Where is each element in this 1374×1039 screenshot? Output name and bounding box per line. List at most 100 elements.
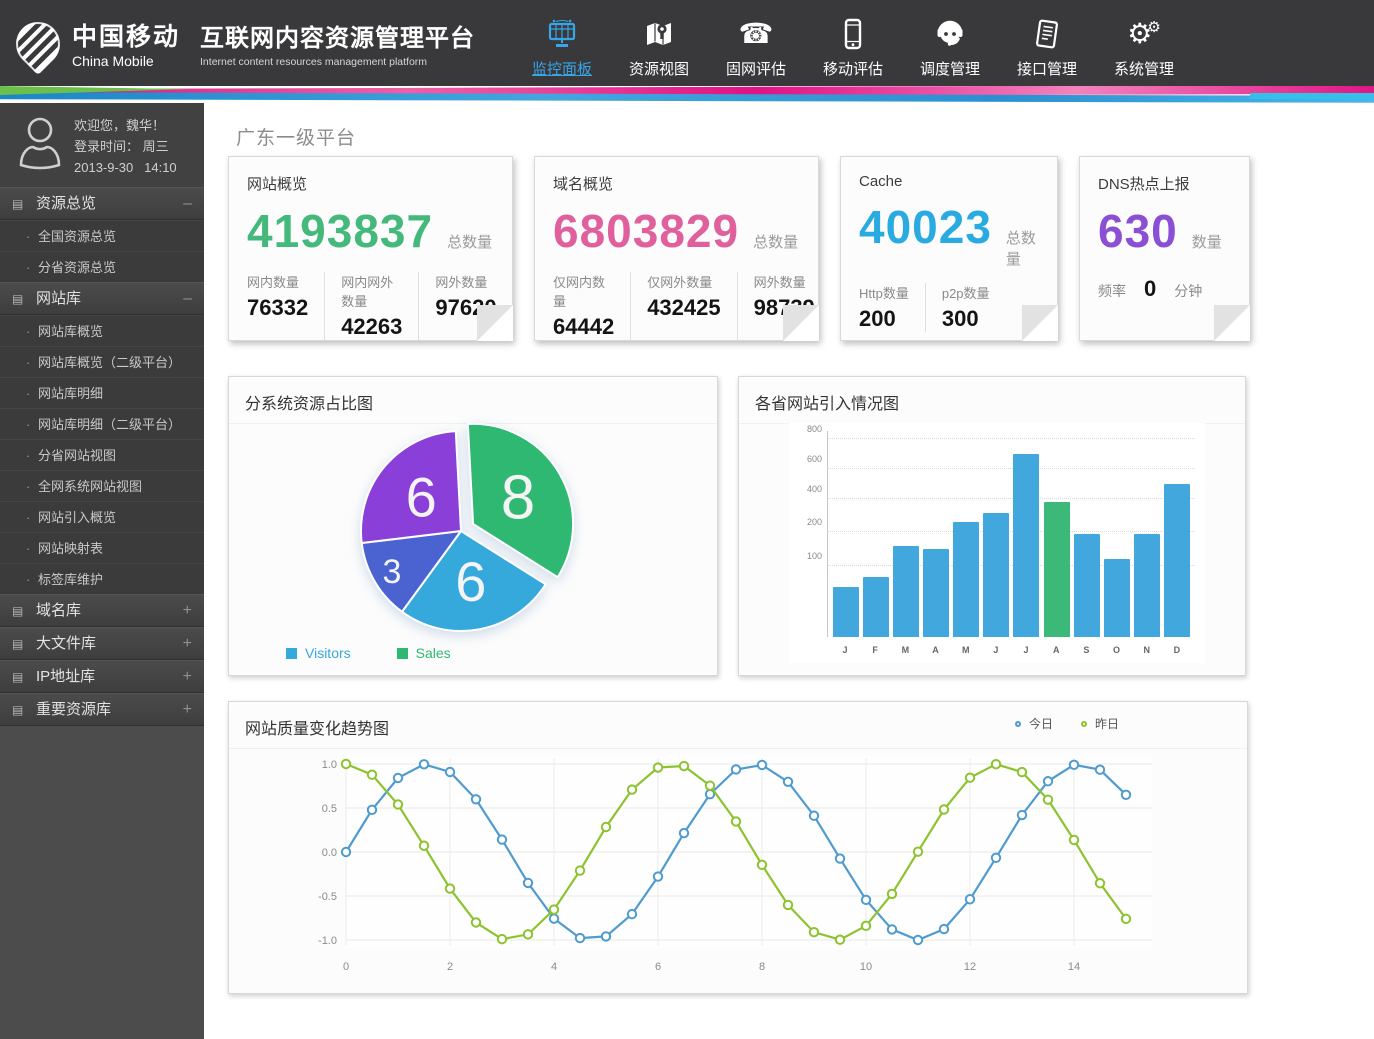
expand-icon[interactable]: +: [183, 628, 192, 660]
line-y-tick: 0.5: [322, 803, 337, 815]
sidebar-item-全国资源总览[interactable]: ·全国资源总览: [0, 220, 204, 251]
collapse-icon[interactable]: –: [183, 188, 192, 220]
bullet-icon: ·: [26, 533, 30, 564]
sidebar-item-网站库明细[interactable]: ·网站库明细: [0, 377, 204, 408]
data-point: [498, 835, 506, 843]
bar-x-tick: O: [1104, 645, 1130, 661]
sidebar-item-网站库明细（二级平台）[interactable]: ·网站库明细（二级平台）: [0, 408, 204, 439]
data-point: [446, 768, 454, 776]
data-point: [992, 760, 1000, 768]
stat-card-big-row: 40023总数量: [859, 200, 1039, 269]
line-y-tick: -1.0: [318, 935, 337, 947]
brand-text: 中国移动 China Mobile: [72, 17, 180, 69]
nav-item-资源视图[interactable]: 资源视图: [619, 7, 699, 79]
expand-icon[interactable]: +: [183, 661, 192, 693]
sidebar-item-网站引入概览[interactable]: ·网站引入概览: [0, 501, 204, 532]
data-point: [1018, 768, 1026, 776]
page-curl-decoration: [1214, 305, 1250, 341]
bar-plot: 100200400600800: [827, 431, 1195, 637]
sidebar-group-资源总览[interactable]: ▤资源总览–: [0, 187, 204, 220]
data-point: [420, 760, 428, 768]
data-point: [914, 847, 922, 855]
bullet-icon: ·: [26, 409, 30, 440]
nav-item-label: 调度管理: [910, 58, 990, 79]
stat-card-big-row: 630数量: [1098, 204, 1231, 258]
sidebar-item-标签库维护[interactable]: ·标签库维护: [0, 563, 204, 594]
pie-legend: Visitors Sales: [286, 645, 451, 661]
stat-column: p2p数量300: [925, 283, 1006, 332]
line-x-tick: 8: [759, 961, 765, 973]
data-point: [888, 925, 896, 933]
sidebar-group-IP地址库[interactable]: ▤IP地址库+: [0, 660, 204, 693]
data-point: [758, 861, 766, 869]
user-avatar-icon: [14, 113, 66, 173]
line-legend-今日[interactable]: 今日: [1015, 715, 1053, 732]
sidebar-group-大文件库[interactable]: ▤大文件库+: [0, 627, 204, 660]
bar-J-6: [1013, 454, 1039, 637]
bar-O-9: [1104, 559, 1130, 637]
nav-item-label: 系统管理: [1104, 58, 1184, 79]
bullet-icon: ·: [26, 564, 30, 595]
sidebar-item-网站映射表[interactable]: ·网站映射表: [0, 532, 204, 563]
monitor-icon: [522, 13, 602, 55]
data-point: [1122, 915, 1130, 923]
legend-label: 昨日: [1095, 715, 1119, 732]
bar-x-tick: F: [862, 645, 888, 661]
mobile-icon: [813, 13, 893, 55]
sidebar-item-分省资源总览[interactable]: ·分省资源总览: [0, 251, 204, 282]
bar-x-tick: J: [832, 645, 858, 661]
document-icon: ▤: [12, 595, 23, 627]
stat-card-big-value: 40023: [859, 200, 992, 254]
data-point: [836, 936, 844, 944]
nav-item-固网评估[interactable]: ☎固网评估: [716, 7, 796, 79]
page: 中国移动 China Mobile 互联网内容资源管理平台 Internet c…: [0, 0, 1374, 1039]
sidebar-item-网站库概览（二级平台）[interactable]: ·网站库概览（二级平台）: [0, 346, 204, 377]
data-point: [576, 934, 584, 942]
sidebar-group-网站库[interactable]: ▤网站库–: [0, 282, 204, 315]
pie-legend-Sales[interactable]: Sales: [397, 645, 451, 661]
nav-item-接口管理[interactable]: 接口管理: [1007, 7, 1087, 79]
nav-item-监控面板[interactable]: 监控面板: [522, 7, 602, 79]
data-point: [810, 928, 818, 936]
login-time: 14:10: [144, 160, 177, 175]
user-greeting: 欢迎您，魏华！: [74, 115, 177, 136]
expand-icon[interactable]: +: [183, 694, 192, 726]
bullet-icon: ·: [26, 316, 30, 347]
nav-item-调度管理[interactable]: 调度管理: [910, 7, 990, 79]
stat-card-stats: 网内数量76332网内网外数量42263网外数量97620: [247, 272, 494, 340]
data-point: [732, 817, 740, 825]
line-legend-昨日[interactable]: 昨日: [1081, 715, 1119, 732]
bar-y-tick-400: 400: [790, 484, 822, 494]
data-point: [966, 895, 974, 903]
login-date-line: 2013-9-30 14:10: [74, 157, 177, 178]
menu-item-label: 分省网站视图: [38, 448, 116, 463]
sidebar-group-重要资源库[interactable]: ▤重要资源库+: [0, 693, 204, 726]
sidebar-item-全网系统网站视图[interactable]: ·全网系统网站视图: [0, 470, 204, 501]
data-point: [342, 760, 350, 768]
line-x-tick: 12: [964, 961, 976, 973]
collapse-icon[interactable]: –: [183, 283, 192, 315]
line-x-tick: 6: [655, 961, 661, 973]
sidebar-item-分省网站视图[interactable]: ·分省网站视图: [0, 439, 204, 470]
data-point: [862, 922, 870, 930]
document-icon: ▤: [12, 283, 23, 315]
nav-item-label: 固网评估: [716, 58, 796, 79]
bar-x-tick: A: [923, 645, 949, 661]
menu-item-label: 网站引入概览: [38, 510, 116, 525]
data-point: [654, 763, 662, 771]
stat-column: 仅网内数量64442: [553, 272, 630, 340]
nav-item-移动评估[interactable]: 移动评估: [813, 7, 893, 79]
legend-swatch-icon: [397, 648, 408, 659]
nav-item-系统管理[interactable]: ⚙⚙系统管理: [1104, 7, 1184, 79]
line-y-tick: -0.5: [318, 891, 337, 903]
sidebar-item-网站库概览[interactable]: ·网站库概览: [0, 315, 204, 346]
data-point: [758, 761, 766, 769]
pie-legend-Visitors[interactable]: Visitors: [286, 645, 351, 661]
main-nav: 监控面板资源视图☎固网评估移动评估调度管理接口管理⚙⚙系统管理: [522, 7, 1184, 79]
line-y-tick: 1.0: [322, 759, 337, 771]
bar-x-tick: M: [953, 645, 979, 661]
expand-icon[interactable]: +: [183, 595, 192, 627]
frequency-row: 频率0分钟: [1098, 276, 1231, 302]
legend-label: Sales: [416, 645, 451, 661]
sidebar-group-域名库[interactable]: ▤域名库+: [0, 594, 204, 627]
